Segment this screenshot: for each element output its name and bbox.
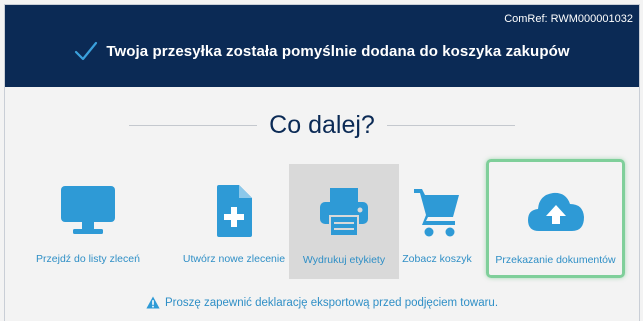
result-panel: ComRef: RWM000001032 Twoja przesyłka zos… <box>4 4 640 321</box>
go-to-orders-button[interactable]: Przejdź do listy zleceń <box>21 161 155 279</box>
shopping-cart-icon <box>412 183 462 239</box>
view-cart-button[interactable]: Zobacz koszyk <box>397 161 477 279</box>
divider-left <box>129 124 258 126</box>
warning-text: Proszę zapewnić deklarację eksportową pr… <box>164 296 499 309</box>
section-heading: Co dalej? <box>5 109 639 141</box>
printer-icon <box>316 184 372 240</box>
success-row: Twoja przesyłka została pomyślnie dodana… <box>5 41 639 61</box>
divider-right <box>386 124 515 126</box>
action-label: Przekazanie dokumentów <box>495 254 616 266</box>
action-label: Przejdź do listy zleceń <box>36 253 140 265</box>
action-list: Przejdź do listy zleceń Utwórz nowe zlec… <box>5 159 639 281</box>
action-label: Wydrukuj etykiety <box>302 254 386 266</box>
success-message: Twoja przesyłka została pomyślnie dodana… <box>106 42 570 60</box>
new-document-icon <box>214 183 254 239</box>
print-labels-button[interactable]: Wydrukuj etykiety <box>289 164 399 279</box>
create-order-button[interactable]: Utwórz nowe zlecenie <box>175 161 293 279</box>
monitor-icon <box>58 183 118 239</box>
page-title: Co dalej? <box>269 111 375 139</box>
export-warning: Proszę zapewnić deklarację eksportową pr… <box>5 296 639 309</box>
action-label: Utwórz nowe zlecenie <box>182 253 286 265</box>
cloud-upload-icon <box>525 184 587 240</box>
warning-icon <box>146 296 160 309</box>
checkmark-icon <box>75 41 98 61</box>
comref-label: ComRef: RWM000001032 <box>504 13 633 25</box>
document-handover-button[interactable]: Przekazanie dokumentów <box>486 159 625 278</box>
action-label: Zobacz koszyk <box>402 253 472 265</box>
success-banner: ComRef: RWM000001032 Twoja przesyłka zos… <box>5 5 639 87</box>
